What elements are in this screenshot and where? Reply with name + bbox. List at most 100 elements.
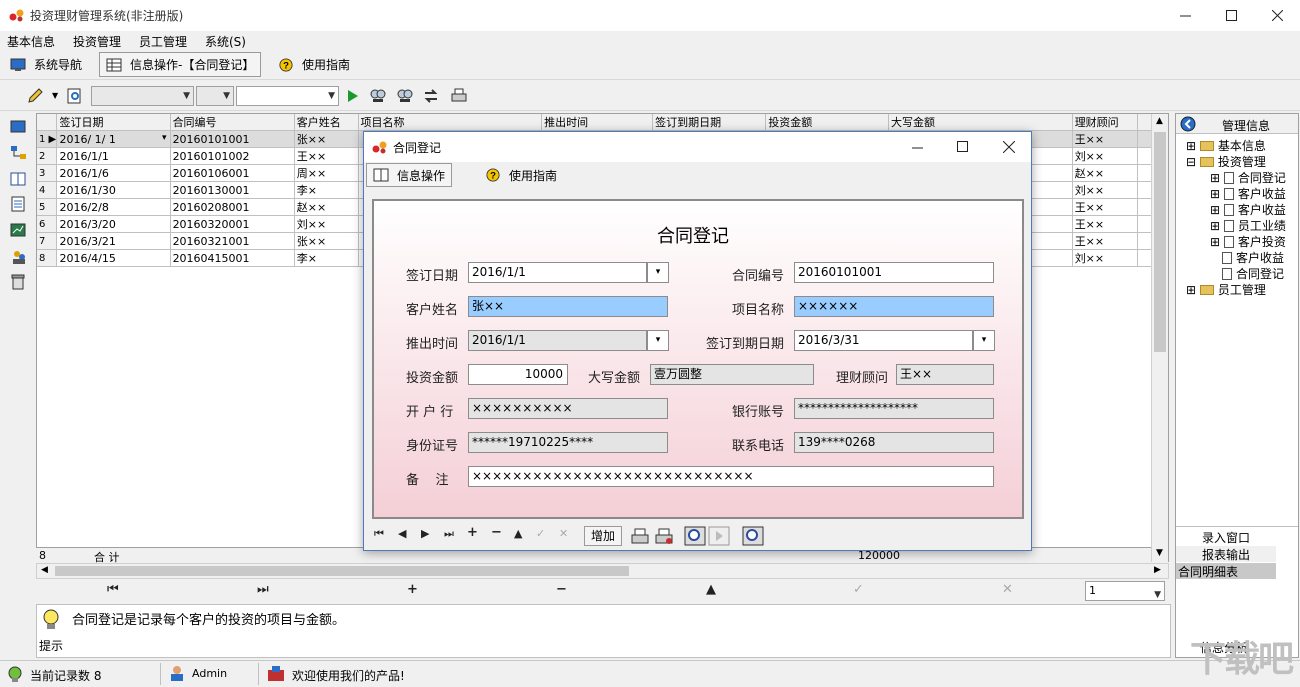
tree-node-customer-income-2[interactable]: ⊞ 客户收益 bbox=[1210, 202, 1286, 218]
hscroll-thumb[interactable] bbox=[55, 566, 629, 576]
print-icon[interactable] bbox=[630, 527, 650, 545]
tree-node-customer-income[interactable]: ⊞ 客户收益 bbox=[1210, 186, 1286, 202]
grid-horizontal-scrollbar[interactable]: ◀ ▶ bbox=[36, 563, 1169, 579]
menu-basic-info[interactable]: 基本信息 bbox=[7, 33, 55, 50]
cell-name[interactable]: 张×× bbox=[294, 232, 359, 250]
tab-info-operation[interactable]: 信息操作-【合同登记】 bbox=[99, 52, 262, 77]
chart-icon[interactable] bbox=[10, 223, 26, 237]
cell-date[interactable]: 2016/1/30 bbox=[56, 181, 171, 199]
cell-date[interactable]: 2016/3/20 bbox=[56, 215, 171, 233]
cell-id[interactable]: 20160101001 bbox=[170, 130, 295, 148]
dialog-tab-guide[interactable]: ? 使用指南 bbox=[479, 163, 563, 187]
run-query-icon[interactable] bbox=[344, 87, 362, 105]
column-header[interactable]: 客户姓名 bbox=[294, 114, 359, 131]
tree-node-contract[interactable]: ⊞ 合同登记 bbox=[1210, 170, 1286, 186]
scroll-thumb[interactable] bbox=[1154, 132, 1166, 352]
bank-field[interactable]: ×××××××××× bbox=[468, 398, 668, 419]
users-icon[interactable] bbox=[10, 248, 28, 266]
scroll-up-icon[interactable]: ▲ bbox=[1156, 116, 1163, 126]
column-header[interactable]: 签订到期日期 bbox=[652, 114, 767, 131]
cell-id[interactable]: 20160320001 bbox=[170, 215, 295, 233]
cell-name[interactable]: 李× bbox=[294, 249, 359, 267]
column-header[interactable]: 合同编号 bbox=[170, 114, 295, 131]
bin-icon[interactable] bbox=[11, 274, 25, 290]
column-header[interactable]: 投资金额 bbox=[765, 114, 890, 131]
amount-field[interactable]: 10000 bbox=[468, 364, 568, 385]
contract-detail-button[interactable]: 合同明细表 bbox=[1176, 563, 1276, 579]
find-next-icon[interactable] bbox=[396, 87, 414, 105]
edit-record-icon[interactable]: ▲ bbox=[514, 527, 522, 540]
tab-system-nav[interactable]: 系统导航 bbox=[4, 52, 88, 77]
preview-icon[interactable] bbox=[684, 526, 706, 546]
cell-name[interactable]: 刘×× bbox=[294, 215, 359, 233]
cancel-record-icon[interactable]: ✕ bbox=[559, 527, 568, 540]
cell-advisor[interactable]: 刘×× bbox=[1072, 147, 1139, 165]
tree-node-staff[interactable]: ⊞ 员工管理 bbox=[1186, 282, 1266, 298]
add-button[interactable]: 增加 bbox=[584, 526, 622, 546]
menu-system[interactable]: 系统(S) bbox=[205, 33, 246, 50]
refresh-icon[interactable] bbox=[422, 87, 440, 105]
launch-field[interactable]: 2016/1/1 bbox=[468, 330, 647, 351]
cell-advisor[interactable]: 刘×× bbox=[1072, 249, 1139, 267]
contract-no-field[interactable]: 20160101001 bbox=[794, 262, 994, 283]
add-record-icon[interactable]: + bbox=[407, 582, 418, 597]
maximize-button[interactable] bbox=[1208, 0, 1254, 31]
cell-advisor[interactable]: 王×× bbox=[1072, 232, 1139, 250]
tree-node-customer-income-3[interactable]: 客户收益 bbox=[1222, 250, 1284, 266]
collapse-icon[interactable] bbox=[1180, 116, 1196, 132]
minimize-button[interactable] bbox=[1162, 0, 1208, 31]
delete-record-icon[interactable]: − bbox=[556, 582, 567, 597]
column-header[interactable]: 推出时间 bbox=[541, 114, 654, 131]
cell-advisor[interactable]: 王×× bbox=[1072, 198, 1139, 216]
post-record-icon[interactable]: ✓ bbox=[536, 527, 545, 540]
cell-id[interactable]: 20160101002 bbox=[170, 147, 295, 165]
edit-record-icon[interactable]: ▲ bbox=[706, 582, 716, 597]
tree-node-customer-investment[interactable]: ⊞ 客户投资 bbox=[1210, 234, 1286, 250]
expire-dropdown[interactable]: ▾ bbox=[973, 330, 995, 351]
value-select[interactable]: ▼ bbox=[236, 86, 339, 106]
delete-record-icon[interactable]: − bbox=[491, 525, 502, 540]
monitor-icon[interactable] bbox=[10, 120, 26, 134]
cell-name[interactable]: 张×× bbox=[294, 130, 359, 148]
cancel-record-icon[interactable]: ✕ bbox=[1002, 582, 1013, 597]
cell-date[interactable]: 2016/1/1 bbox=[56, 147, 171, 165]
idcard-field[interactable]: ******19710225**** bbox=[468, 432, 668, 453]
project-field[interactable]: ×××××× bbox=[794, 296, 994, 317]
play-icon[interactable] bbox=[708, 526, 730, 546]
edit-dropdown-arrow-icon[interactable]: ▼ bbox=[52, 91, 58, 100]
cell-date[interactable]: 2016/ 1/ 1 ▾ bbox=[56, 130, 171, 148]
advisor-field[interactable]: 王×× bbox=[896, 364, 994, 385]
maximize-icon[interactable] bbox=[957, 141, 968, 152]
cell-advisor[interactable]: 王×× bbox=[1072, 130, 1139, 148]
cell-advisor[interactable]: 赵×× bbox=[1072, 164, 1139, 182]
tree-node-staff-performance[interactable]: ⊞ 员工业绩 bbox=[1210, 218, 1286, 234]
date-dropdown-icon[interactable]: ▾ bbox=[162, 133, 169, 143]
cell-name[interactable]: 王×× bbox=[294, 147, 359, 165]
tree-node-contract-2[interactable]: 合同登记 bbox=[1222, 266, 1284, 282]
cell-date[interactable]: 2016/1/6 bbox=[56, 164, 171, 182]
cell-date[interactable]: 2016/4/15 bbox=[56, 249, 171, 267]
close-icon[interactable] bbox=[1003, 141, 1015, 153]
cell-name[interactable]: 周×× bbox=[294, 164, 359, 182]
menu-investment[interactable]: 投资管理 bbox=[73, 33, 121, 50]
cell-advisor[interactable]: 王×× bbox=[1072, 215, 1139, 233]
book-icon[interactable] bbox=[10, 172, 26, 186]
prior-record-icon[interactable]: ◀ bbox=[398, 527, 406, 540]
zoom-icon[interactable] bbox=[742, 526, 764, 546]
tab-user-guide[interactable]: ? 使用指南 bbox=[272, 52, 356, 77]
find-icon[interactable] bbox=[369, 87, 387, 105]
print-setup-icon[interactable] bbox=[654, 527, 674, 545]
cell-date[interactable]: 2016/3/21 bbox=[56, 232, 171, 250]
column-header[interactable]: 项目名称 bbox=[358, 114, 543, 131]
scroll-left-icon[interactable]: ◀ bbox=[41, 565, 48, 575]
scroll-down-icon[interactable]: ▼ bbox=[1156, 548, 1163, 558]
print-icon[interactable] bbox=[450, 87, 468, 105]
cell-id[interactable]: 20160106001 bbox=[170, 164, 295, 182]
dialog-tab-info[interactable]: 信息操作 bbox=[366, 163, 453, 187]
customer-field[interactable]: 张×× bbox=[468, 296, 668, 317]
cell-name[interactable]: 赵×× bbox=[294, 198, 359, 216]
launch-dropdown[interactable]: ▾ bbox=[647, 330, 669, 351]
column-header[interactable]: 理财顾问 bbox=[1072, 114, 1139, 131]
network-icon[interactable] bbox=[10, 145, 28, 161]
cell-advisor[interactable]: 刘×× bbox=[1072, 181, 1139, 199]
